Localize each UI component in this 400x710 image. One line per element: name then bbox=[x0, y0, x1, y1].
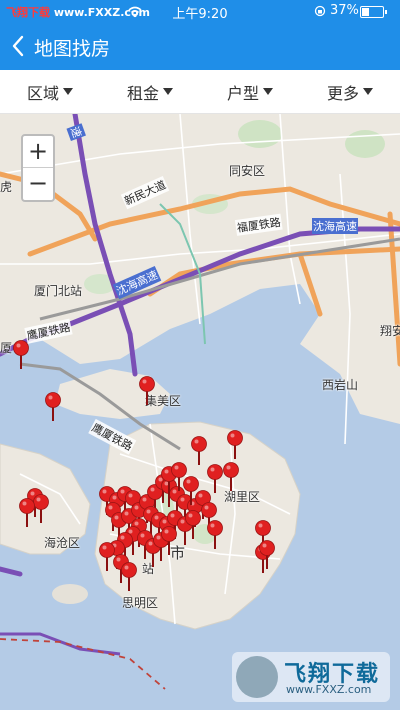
listing-pin[interactable] bbox=[222, 462, 240, 492]
listing-pin[interactable] bbox=[206, 520, 224, 550]
listing-pin[interactable] bbox=[120, 562, 138, 592]
place-label-xiamen-north: 厦门北站 bbox=[34, 284, 83, 298]
listing-pin[interactable] bbox=[258, 540, 276, 570]
listing-pin[interactable] bbox=[12, 340, 30, 370]
listing-pin[interactable] bbox=[18, 498, 36, 528]
battery-fill bbox=[362, 8, 369, 16]
page-title: 地图找房 bbox=[34, 38, 111, 60]
listing-pin[interactable] bbox=[44, 392, 62, 422]
back-arrow-icon[interactable] bbox=[10, 34, 26, 58]
road-label-shenhai-east: 沈海高速 bbox=[312, 218, 358, 234]
listing-pin[interactable] bbox=[182, 476, 200, 506]
filter-rent[interactable]: 租金 bbox=[100, 70, 200, 113]
filter-bar: 区域 租金 户型 更多 bbox=[0, 70, 400, 114]
orientation-lock-icon bbox=[314, 5, 326, 17]
filter-layout-label: 户型 bbox=[226, 83, 259, 103]
caret-down-icon bbox=[363, 88, 373, 95]
battery-percent: 37% bbox=[330, 3, 359, 18]
listing-pin[interactable] bbox=[226, 430, 244, 460]
nav-bar: 地图找房 bbox=[0, 24, 400, 70]
caret-down-icon bbox=[263, 88, 273, 95]
filter-district-label: 区域 bbox=[26, 83, 59, 103]
filter-district[interactable]: 区域 bbox=[0, 70, 100, 113]
place-label-xiangan: 翔安 bbox=[380, 324, 400, 338]
place-label-siming: 思明区 bbox=[122, 596, 159, 610]
battery-icon bbox=[360, 6, 387, 18]
listing-pin[interactable] bbox=[184, 510, 202, 540]
zoom-out-button[interactable]: − bbox=[23, 168, 53, 200]
zoom-control: + − bbox=[21, 134, 55, 202]
place-label-tongan: 同安区 bbox=[229, 164, 266, 178]
filter-layout[interactable]: 户型 bbox=[200, 70, 300, 113]
listing-pin[interactable] bbox=[160, 526, 178, 556]
watermark-logo-icon bbox=[236, 656, 278, 698]
map-view[interactable]: + − 同安区 厦门北站 集美区 湖里区 海沧区 思明区 翔安 西岩山 市 站 … bbox=[0, 114, 400, 710]
watermark: 飞翔下载 www.FXXZ.com bbox=[232, 652, 390, 702]
place-label-hu: 虎 bbox=[0, 180, 13, 194]
place-label-haicang: 海沧区 bbox=[44, 536, 81, 550]
place-label-fu: 厦 bbox=[0, 341, 13, 355]
listing-pin[interactable] bbox=[190, 436, 208, 466]
listing-pin[interactable] bbox=[138, 376, 156, 406]
place-label-xiyan: 西岩山 bbox=[322, 378, 359, 392]
caret-down-icon bbox=[63, 88, 73, 95]
caret-down-icon bbox=[163, 88, 173, 95]
filter-rent-label: 租金 bbox=[126, 83, 159, 103]
zoom-in-button[interactable]: + bbox=[23, 136, 53, 168]
watermark-url: www.FXXZ.com bbox=[286, 683, 372, 696]
status-bar: 飞翔下载 www.FXXZ.com 上午9:20 37% bbox=[0, 0, 400, 24]
filter-more-label: 更多 bbox=[326, 83, 359, 103]
filter-more[interactable]: 更多 bbox=[300, 70, 400, 113]
